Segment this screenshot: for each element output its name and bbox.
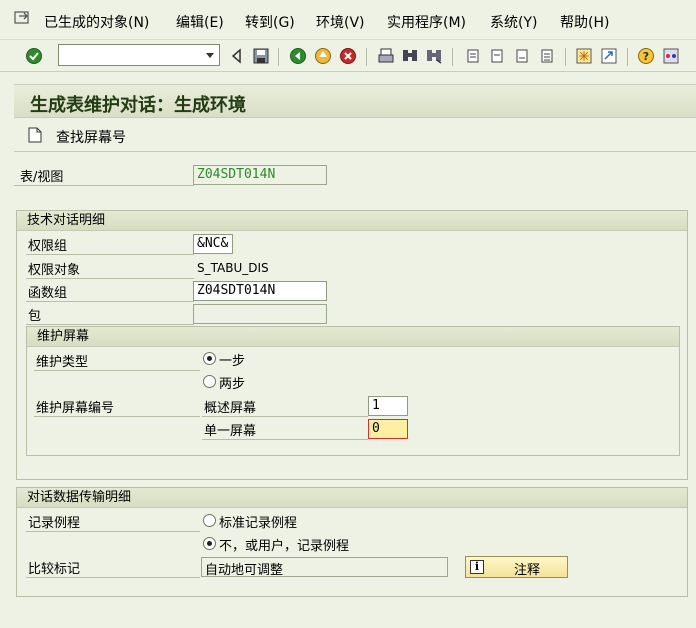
label-underline [26, 254, 194, 255]
chevron-down-icon[interactable] [203, 48, 217, 62]
one-step-radio[interactable] [203, 352, 216, 365]
check-icon[interactable] [25, 47, 43, 65]
single-screen-label: 单一屏幕 [204, 424, 257, 439]
label-underline [26, 278, 194, 279]
cancel-icon[interactable] [339, 47, 357, 65]
two-step-radio[interactable] [203, 375, 216, 388]
package-field [193, 304, 327, 324]
toolbar-separator [452, 48, 453, 66]
layout-icon[interactable] [662, 47, 680, 65]
tech-details-title: 技术对话明细 [17, 211, 687, 231]
menu-goto[interactable]: 转到(G) [245, 12, 295, 32]
maint-screen-group: 维护屏幕 [26, 326, 680, 456]
menu-bar: 已生成的对象(N) 编辑(E) 转到(G) 环境(V) 实用程序(M) 系统(Y… [0, 0, 696, 40]
help-icon[interactable]: ? [637, 47, 655, 65]
find-next-icon[interactable] [425, 47, 443, 65]
screen-number-label: 维护屏幕编号 [36, 401, 115, 416]
package-label: 包 [28, 309, 42, 324]
toolbar-separator [278, 48, 279, 66]
info-icon: i [470, 560, 484, 574]
find-icon[interactable] [401, 47, 419, 65]
overview-screen-label: 概述屏幕 [204, 401, 257, 416]
new-document-icon[interactable] [28, 127, 42, 143]
notes-button-label: 注释 [514, 563, 541, 578]
one-step-label: 一步 [219, 354, 246, 369]
find-screen-button[interactable]: 查找屏幕号 [56, 127, 126, 147]
sap-menu-icon[interactable] [14, 10, 32, 26]
auth-object-label: 权限对象 [28, 263, 81, 278]
next-page-icon[interactable] [513, 47, 531, 65]
transfer-details-group: 对话数据传输明细 [16, 487, 688, 597]
toolbar-separator [627, 48, 628, 66]
menu-edit[interactable]: 编辑(E) [176, 12, 224, 32]
svg-text:?: ? [643, 50, 649, 63]
function-group-field[interactable]: Z04SDT014N [193, 281, 327, 301]
menu-generated-objects[interactable]: 已生成的对象(N) [44, 12, 149, 32]
shortcut-icon[interactable] [600, 47, 618, 65]
label-underline [26, 301, 194, 302]
last-page-icon[interactable] [538, 47, 556, 65]
standard-routine-label: 标准记录例程 [219, 516, 298, 531]
label-underline [14, 185, 194, 186]
create-session-icon[interactable] [575, 47, 593, 65]
command-field[interactable] [58, 44, 220, 66]
auth-group-label: 权限组 [28, 239, 68, 254]
no-user-routine-label: 不，或用户，记录例程 [219, 539, 350, 554]
menu-system[interactable]: 系统(Y) [490, 12, 537, 32]
prev-page-icon[interactable] [488, 47, 506, 65]
compare-flag-label: 比较标记 [28, 562, 81, 577]
print-icon[interactable] [377, 47, 395, 65]
menu-environment[interactable]: 环境(V) [316, 12, 365, 32]
nav-back-icon[interactable] [289, 47, 307, 65]
menu-help[interactable]: 帮助(H) [560, 12, 609, 32]
transfer-details-title: 对话数据传输明细 [17, 488, 687, 508]
back-icon[interactable] [228, 47, 246, 65]
auth-object-value: S_TABU_DIS [197, 261, 269, 275]
toolbar-separator [565, 48, 566, 66]
no-user-routine-radio[interactable] [203, 537, 216, 550]
single-screen-field[interactable]: 0 [368, 419, 408, 439]
label-underline [34, 416, 200, 417]
first-page-icon[interactable] [464, 47, 482, 65]
label-underline [26, 324, 194, 325]
recording-routine-label: 记录例程 [28, 516, 81, 531]
label-underline [202, 439, 368, 440]
notes-button[interactable]: i 注释 [465, 556, 568, 578]
compare-flag-field: 自动地可调整 [201, 557, 448, 577]
maint-type-label: 维护类型 [36, 355, 89, 370]
exit-icon[interactable] [314, 47, 332, 65]
auth-group-field[interactable]: &NC& [193, 234, 233, 254]
toolbar-separator [366, 48, 367, 66]
maint-screen-title: 维护屏幕 [27, 327, 679, 347]
label-underline [26, 531, 200, 532]
label-underline [26, 577, 200, 578]
table-view-label: 表/视图 [20, 170, 64, 185]
function-group-label: 函数组 [28, 286, 68, 301]
standard-routine-radio[interactable] [203, 514, 216, 527]
title-bar: 生成表维护对话：生成环境 [14, 84, 696, 118]
menu-utilities[interactable]: 实用程序(M) [387, 12, 466, 32]
label-underline [34, 370, 200, 371]
table-view-field: Z04SDT014N [193, 165, 327, 185]
page-title: 生成表维护对话：生成环境 [30, 95, 246, 116]
save-icon[interactable] [252, 47, 270, 65]
overview-screen-field[interactable]: 1 [368, 396, 408, 416]
application-toolbar: 查找屏幕号 [14, 118, 696, 152]
label-underline [202, 416, 368, 417]
two-step-label: 两步 [219, 377, 246, 392]
